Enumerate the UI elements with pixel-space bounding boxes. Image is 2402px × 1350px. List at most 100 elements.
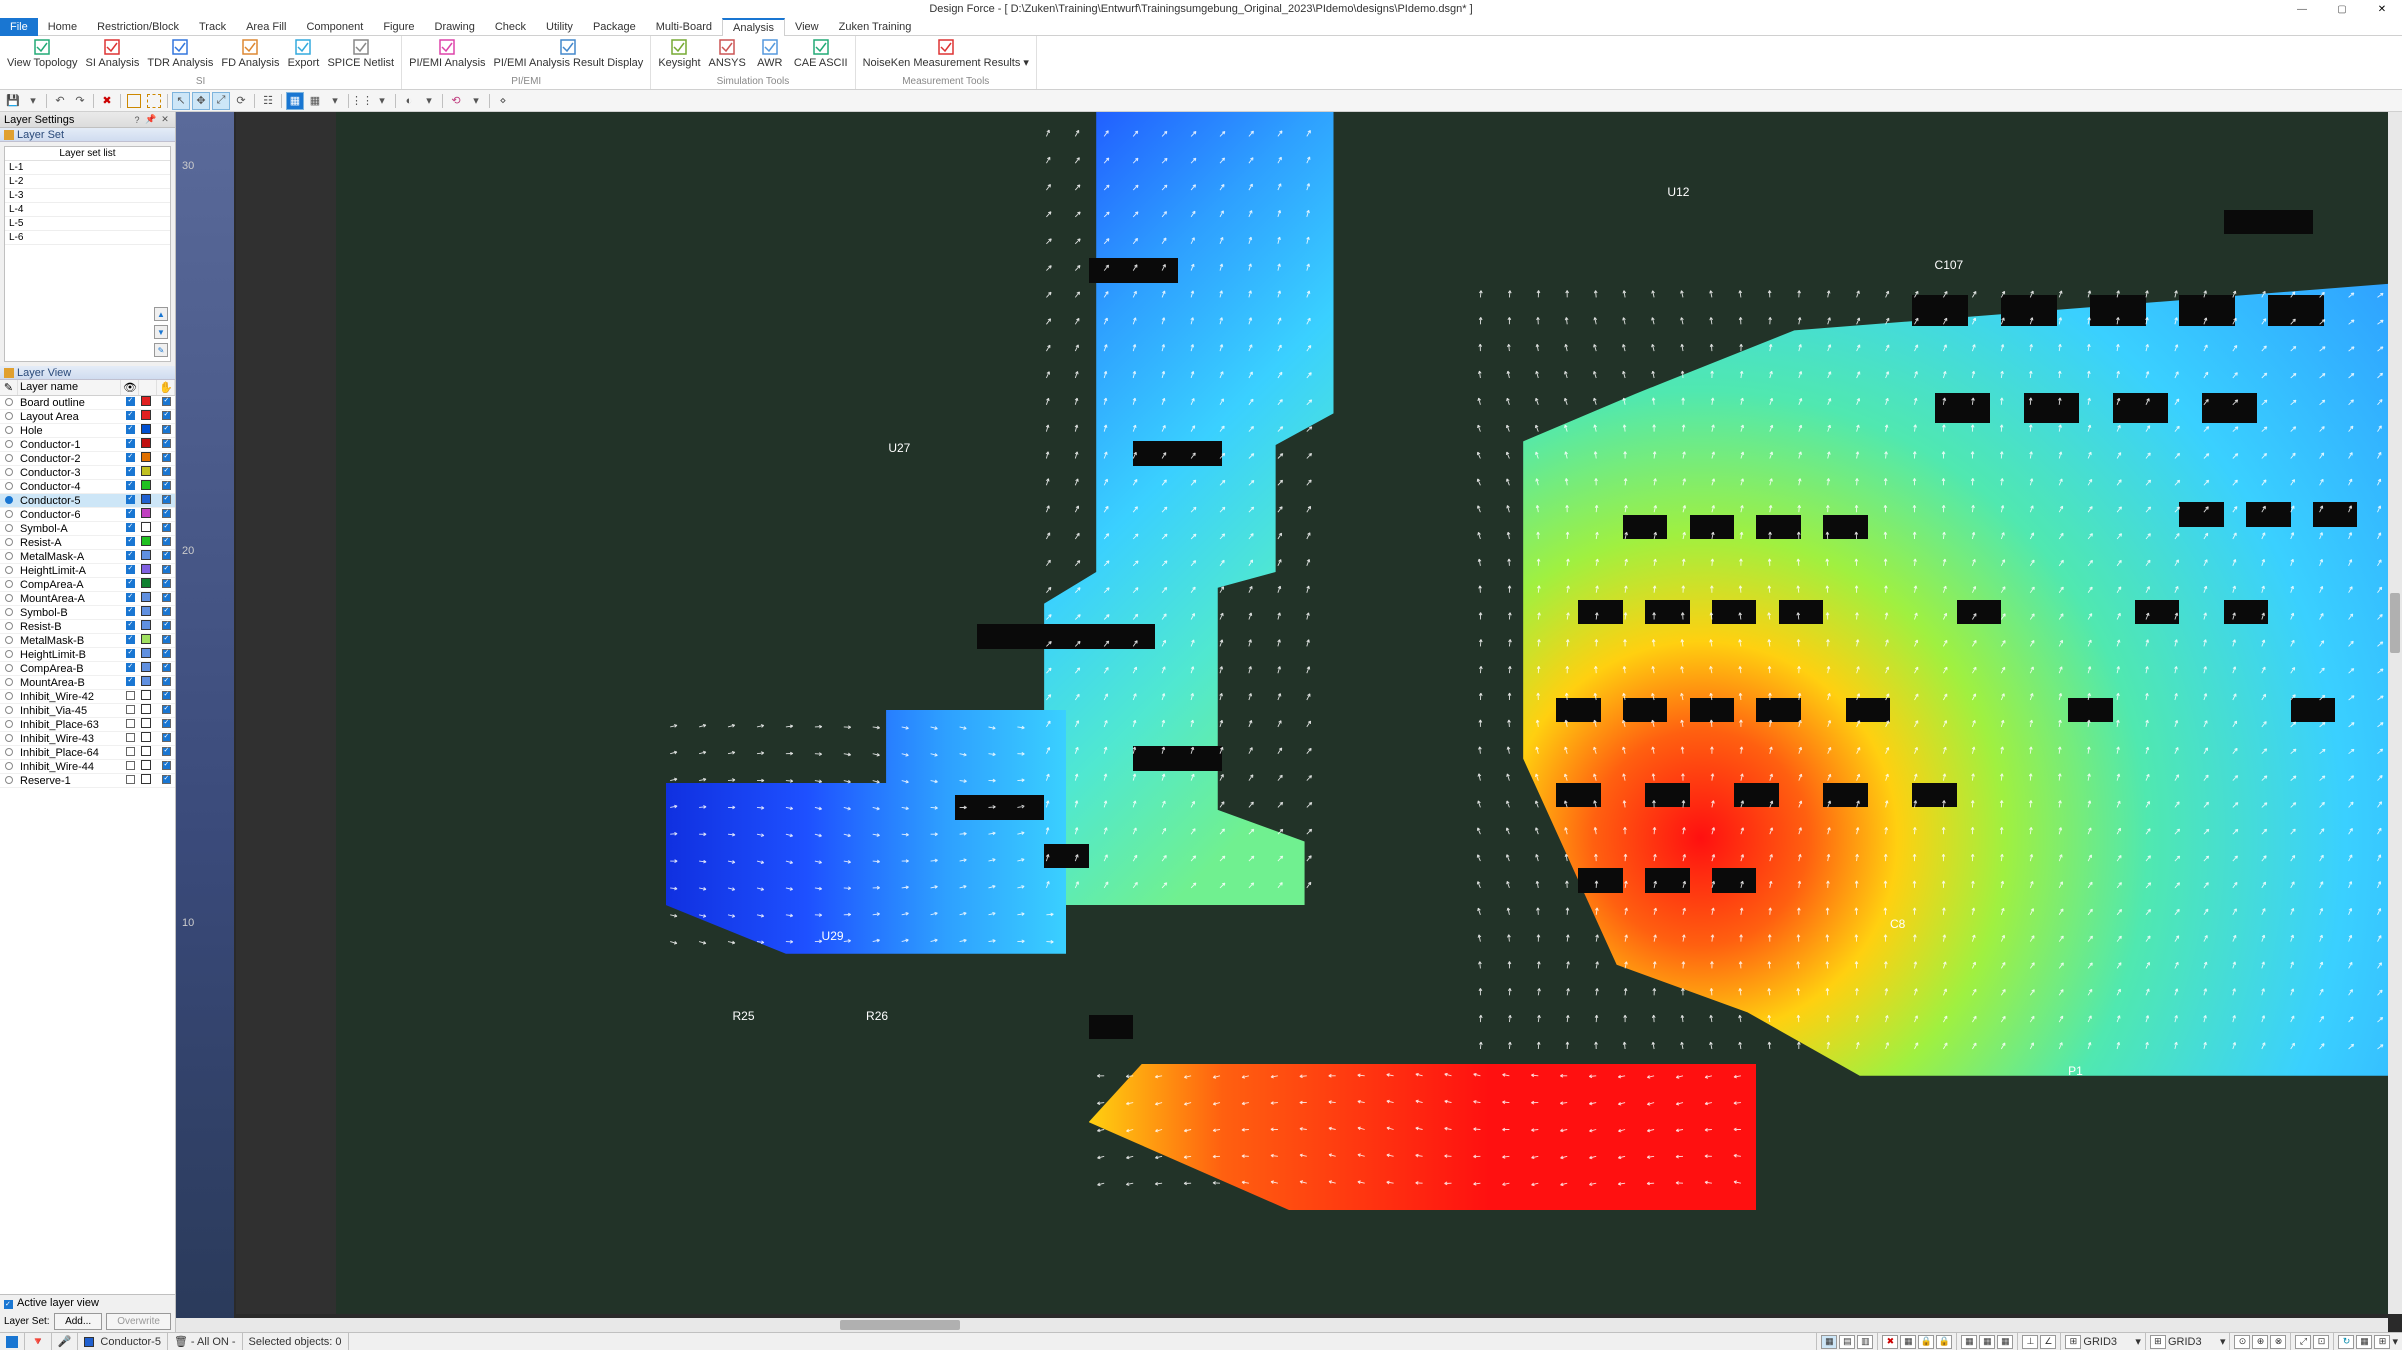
layer-select-checkbox[interactable] [157, 719, 175, 731]
sb-d-icon[interactable]: ▦ [1900, 1335, 1916, 1349]
layer-visible-checkbox[interactable] [121, 607, 139, 619]
layer-select-checkbox[interactable] [157, 537, 175, 549]
layer-radio[interactable] [0, 719, 18, 731]
layer-radio[interactable] [0, 453, 18, 465]
layer-radio[interactable] [0, 411, 18, 423]
tab-check[interactable]: Check [485, 18, 536, 36]
sb-e-icon[interactable]: 🔒 [1918, 1335, 1934, 1349]
layer-visible-checkbox[interactable] [121, 495, 139, 507]
layer-select-checkbox[interactable] [157, 481, 175, 493]
sb-k-icon[interactable]: ∠ [2040, 1335, 2056, 1349]
layer-row[interactable]: Symbol-A [0, 522, 175, 536]
layer-radio[interactable] [0, 551, 18, 563]
tab-drawing[interactable]: Drawing [425, 18, 485, 36]
sb-grid1-icon[interactable]: ⊞ [2065, 1335, 2081, 1349]
layer-radio[interactable] [0, 579, 18, 591]
ribbon-pi-emi-analysis[interactable]: PI/EMI Analysis [406, 38, 488, 70]
layer-row[interactable]: Conductor-4 [0, 480, 175, 494]
layer-color-swatch[interactable] [139, 452, 157, 465]
col-select-icon[interactable]: ✋ [157, 380, 175, 395]
layer-radio[interactable] [0, 705, 18, 717]
layer-radio[interactable] [0, 495, 18, 507]
layer-select-checkbox[interactable] [157, 747, 175, 759]
layer-visible-checkbox[interactable] [121, 397, 139, 409]
layer-row[interactable]: Board outline [0, 396, 175, 410]
layer-color-swatch[interactable] [139, 592, 157, 605]
layer-radio[interactable] [0, 761, 18, 773]
sb-view2-icon[interactable]: ⊡ [2313, 1335, 2329, 1349]
layer-visible-checkbox[interactable] [121, 733, 139, 745]
layer-color-swatch[interactable] [139, 704, 157, 717]
layer-radio[interactable] [0, 537, 18, 549]
layer-row[interactable]: Inhibit_Place-64 [0, 746, 175, 760]
sb-h-icon[interactable]: ▦ [1979, 1335, 1995, 1349]
layer-visible-checkbox[interactable] [121, 621, 139, 633]
scrollbar-vertical[interactable] [2388, 112, 2402, 1314]
layer-select-checkbox[interactable] [157, 467, 175, 479]
layer-row[interactable]: Conductor-2 [0, 452, 175, 466]
layer-visible-checkbox[interactable] [121, 551, 139, 563]
layer-select-checkbox[interactable] [157, 761, 175, 773]
sb-grid1-dd[interactable]: ▾ [2135, 1335, 2141, 1348]
ribbon-cae-ascii[interactable]: CAE ASCII [791, 38, 851, 70]
scrollbar-horizontal[interactable] [176, 1318, 2388, 1332]
layer-color-swatch[interactable] [139, 718, 157, 731]
layer-visible-checkbox[interactable] [121, 537, 139, 549]
sb-end-dd[interactable]: ▾ [2392, 1335, 2398, 1348]
tab-track[interactable]: Track [189, 18, 236, 36]
close-button[interactable]: ✕ [2362, 0, 2402, 18]
layer-select-checkbox[interactable] [157, 523, 175, 535]
layer-set-header[interactable]: Layer Set [0, 128, 175, 142]
active-layer-view-checkbox[interactable]: ✓ [4, 1297, 13, 1309]
sb-end1-icon[interactable]: ↻ [2338, 1335, 2354, 1349]
select-lasso-icon[interactable] [145, 92, 163, 110]
layer-row[interactable]: Conductor-1 [0, 438, 175, 452]
layer-color-swatch[interactable] [139, 732, 157, 745]
layer-radio[interactable] [0, 481, 18, 493]
layer-visible-checkbox[interactable] [121, 677, 139, 689]
view-b-icon[interactable]: ▦ [306, 92, 324, 110]
layer-row[interactable]: Inhibit_Wire-43 [0, 732, 175, 746]
layer-row[interactable]: HeightLimit-B [0, 648, 175, 662]
layer-row[interactable]: Resist-A [0, 536, 175, 550]
layer-color-swatch[interactable] [139, 438, 157, 451]
layer-set-item[interactable]: L-3 [5, 189, 170, 203]
layer-color-swatch[interactable] [139, 676, 157, 689]
status-all-on[interactable]: - All ON - [191, 1336, 236, 1348]
panel-close-icon[interactable]: ✕ [159, 114, 171, 126]
status-mode-icon[interactable] [0, 1333, 25, 1350]
layer-row[interactable]: Inhibit_Wire-42 [0, 690, 175, 704]
ribbon-ansys[interactable]: ANSYS [706, 38, 749, 70]
layer-visible-checkbox[interactable] [121, 663, 139, 675]
layer-color-swatch[interactable] [139, 774, 157, 787]
layer-select-checkbox[interactable] [157, 691, 175, 703]
layer-visible-checkbox[interactable] [121, 523, 139, 535]
col-draw-icon[interactable]: ✎ [0, 380, 18, 395]
layer-visible-checkbox[interactable] [121, 453, 139, 465]
layer-color-swatch[interactable] [139, 634, 157, 647]
layer-select-checkbox[interactable] [157, 425, 175, 437]
toolbar-overflow[interactable]: ⋄ [494, 92, 512, 110]
layer-radio[interactable] [0, 733, 18, 745]
sb-f-icon[interactable]: 🔒 [1936, 1335, 1952, 1349]
layer-select-checkbox[interactable] [157, 495, 175, 507]
layer-select-checkbox[interactable] [157, 607, 175, 619]
move-up-icon[interactable]: ▲ [154, 307, 168, 321]
layer-color-swatch[interactable] [139, 410, 157, 423]
layer-color-swatch[interactable] [139, 396, 157, 409]
layer-select-checkbox[interactable] [157, 733, 175, 745]
sb-grid2-icon[interactable]: ⊞ [2150, 1335, 2166, 1349]
help-icon[interactable]: ? [131, 114, 143, 126]
layer-radio[interactable] [0, 397, 18, 409]
layer-visible-checkbox[interactable] [121, 411, 139, 423]
sb-b-icon[interactable]: ▥ [1857, 1335, 1873, 1349]
layer-row[interactable]: MountArea-A [0, 592, 175, 606]
minimize-button[interactable]: — [2282, 0, 2322, 18]
layer-row[interactable]: Conductor-3 [0, 466, 175, 480]
layer-view-header[interactable]: Layer View [0, 366, 175, 380]
status-grid2[interactable]: GRID3 [2168, 1336, 2218, 1348]
layer-color-swatch[interactable] [139, 564, 157, 577]
sb-i-icon[interactable]: ▦ [1997, 1335, 2013, 1349]
layer-select-checkbox[interactable] [157, 705, 175, 717]
layer-select-checkbox[interactable] [157, 649, 175, 661]
